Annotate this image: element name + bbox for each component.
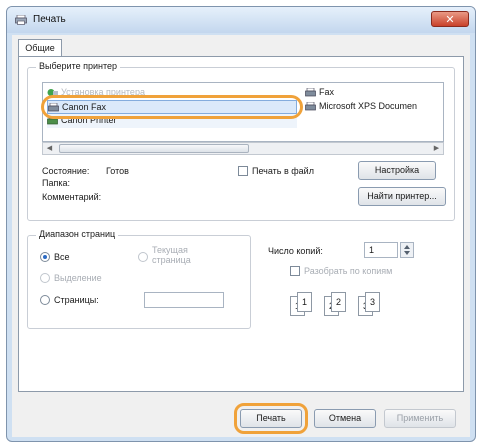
radio-all-label: Все — [54, 252, 70, 262]
select-printer-label: Выберите принтер — [36, 61, 120, 71]
apply-button[interactable]: Применить — [384, 409, 456, 428]
radio-pages[interactable] — [40, 295, 50, 305]
dialog-body: Общие Выберите принтер Установка принтер… — [12, 35, 470, 437]
printer-icon — [15, 15, 27, 25]
status-label: Состояние: — [42, 166, 90, 176]
find-printer-button[interactable]: Найти принтер... — [358, 187, 446, 206]
tab-general[interactable]: Общие — [18, 39, 62, 57]
print-to-file-label: Печать в файл — [252, 166, 314, 176]
radio-pages-label: Страницы: — [54, 295, 99, 305]
fax-icon — [305, 88, 316, 97]
list-item-fax[interactable]: Fax — [305, 86, 435, 100]
close-button[interactable]: ✕ — [431, 11, 469, 27]
print-dialog: Печать ✕ Общие Выберите принтер Установк… — [6, 6, 476, 442]
printer-name: Microsoft XPS Documen — [319, 101, 418, 111]
radio-current-page[interactable] — [138, 252, 148, 262]
window-title: Печать — [33, 14, 66, 25]
tab-panel-general: Выберите принтер Установка принтера Cano… — [18, 56, 464, 392]
location-label: Папка: — [42, 178, 70, 188]
radio-selection[interactable] — [40, 273, 50, 283]
printer-list[interactable]: Установка принтера Canon Fax Canon Print… — [41, 82, 444, 142]
scroll-thumb[interactable] — [59, 144, 249, 153]
collate-page: 3 — [365, 292, 380, 312]
highlight-oval — [41, 95, 303, 119]
status-value: Готов — [106, 166, 129, 176]
horizontal-scrollbar[interactable]: ◀ ▶ — [42, 142, 444, 155]
radio-current-page-label: Текущая страница — [152, 245, 191, 265]
list-item-xps[interactable]: Microsoft XPS Documen — [305, 100, 443, 114]
collate-label: Разобрать по копиям — [304, 266, 393, 276]
close-icon: ✕ — [445, 14, 455, 26]
number-of-copies-label: Число копий: — [268, 246, 323, 256]
select-printer-group: Выберите принтер Установка принтера Cano… — [27, 61, 455, 221]
copies-group: Число копий: 1 Разобрать по копиям 1 1 2… — [259, 235, 455, 329]
cancel-button[interactable]: Отмена — [314, 409, 376, 428]
radio-all[interactable] — [40, 252, 50, 262]
pages-input[interactable] — [144, 292, 224, 308]
page-range-group: Диапазон страниц Все Выделение Страницы:… — [27, 229, 251, 329]
preferences-button[interactable]: Настройка — [358, 161, 436, 180]
printer-icon — [305, 102, 316, 111]
comment-label: Комментарий: — [42, 192, 102, 202]
scroll-left-icon[interactable]: ◀ — [43, 143, 56, 154]
collate-page: 1 — [297, 292, 312, 312]
highlight-oval — [234, 403, 308, 434]
printer-name: Fax — [319, 87, 335, 97]
collate-checkbox[interactable] — [290, 266, 300, 276]
collate-illustration: 1 1 2 2 3 3 — [290, 292, 400, 318]
title-bar[interactable]: Печать ✕ — [7, 7, 475, 33]
radio-selection-label: Выделение — [54, 273, 102, 283]
scroll-right-icon[interactable]: ▶ — [430, 143, 443, 154]
page-range-label: Диапазон страниц — [36, 229, 119, 239]
copies-spinner[interactable] — [400, 242, 414, 258]
collate-page: 2 — [331, 292, 346, 312]
print-to-file-checkbox[interactable] — [238, 166, 248, 176]
copies-input[interactable]: 1 — [364, 242, 398, 258]
